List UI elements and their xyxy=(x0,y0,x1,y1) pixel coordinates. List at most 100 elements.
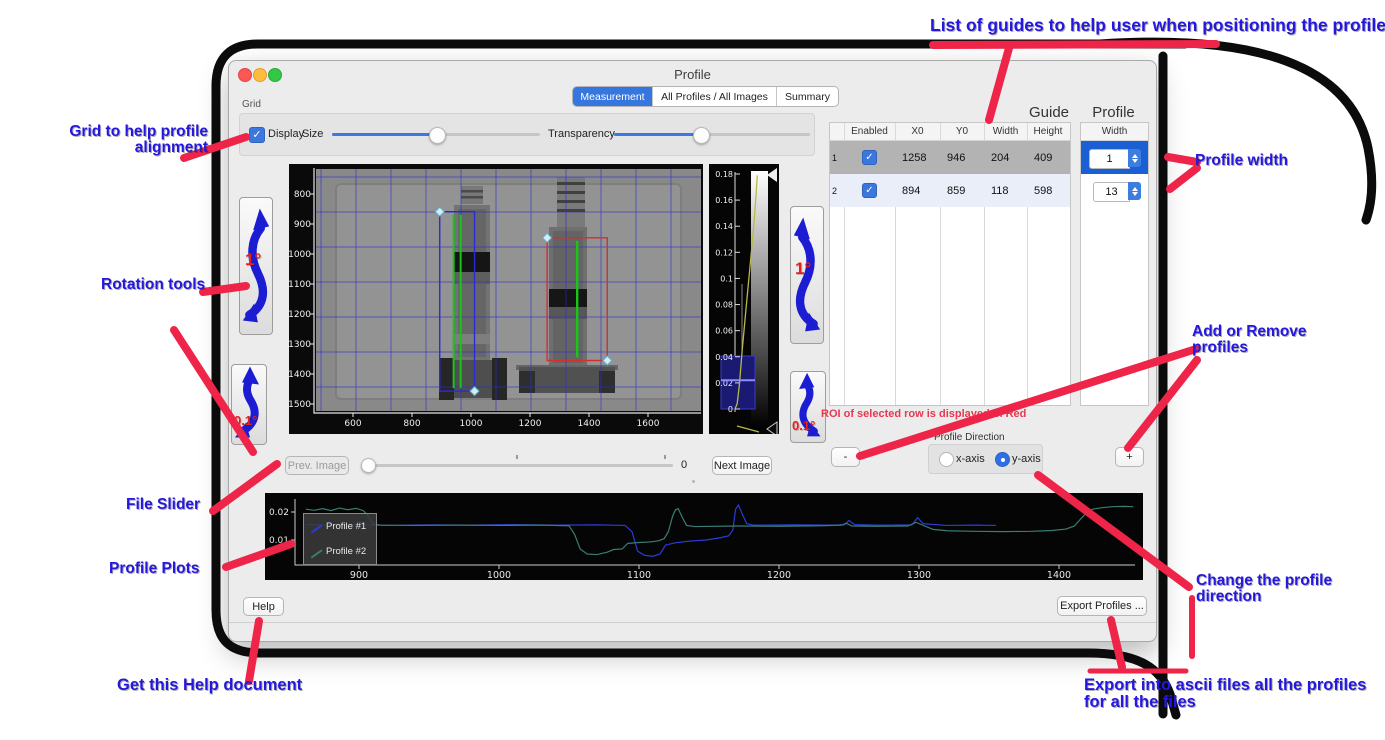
annotation-grid-line1: Grid to help profile xyxy=(68,124,208,140)
guide-width: 204 xyxy=(991,141,1009,174)
level-histogram-panel[interactable]: 00.020.040.060.080.10.120.140.160.18 xyxy=(709,164,779,434)
guide-table-row[interactable]: 2 ✓ 894 859 118 598 xyxy=(830,174,1070,207)
help-button[interactable]: Help xyxy=(243,597,284,616)
roi-note: ROI of selected row is displayed in Red xyxy=(821,408,1026,420)
transparency-slider-thumb[interactable] xyxy=(693,127,710,144)
tab-summary[interactable]: Summary xyxy=(777,87,838,106)
svg-text:1400: 1400 xyxy=(578,419,601,429)
app-window: Profile Measurement All Profiles / All I… xyxy=(228,60,1157,642)
svg-text:1200: 1200 xyxy=(519,419,542,429)
annotation-add-remove-line2: profiles xyxy=(1192,340,1307,356)
guide-col-x0: X0 xyxy=(895,123,940,140)
guide-x0: 894 xyxy=(902,174,920,207)
annotation-export: Export into ascii files all the profiles… xyxy=(1084,677,1366,712)
svg-text:800: 800 xyxy=(294,190,311,200)
next-image-button[interactable]: Next Image xyxy=(712,456,772,475)
annotation-file-slider: File Slider xyxy=(126,497,200,513)
grid-groupbox: ✓ Display Size Transparency xyxy=(239,113,815,156)
x-axis-radio[interactable] xyxy=(939,452,954,467)
rotate-cw-1deg-button[interactable]: 1° xyxy=(239,197,273,335)
profile-direction-label: Profile Direction xyxy=(934,432,1005,443)
svg-text:1200: 1200 xyxy=(767,570,791,580)
svg-text:900: 900 xyxy=(350,570,368,580)
guide-table: Enabled X0 Y0 Width Height 1 ✓ 1258 946 … xyxy=(829,122,1071,406)
guide-col-y0: Y0 xyxy=(940,123,984,140)
profile-title: Profile xyxy=(1080,104,1147,121)
plot-legend: Profile #1 Profile #2 xyxy=(303,513,377,565)
svg-text:0.04: 0.04 xyxy=(715,353,733,362)
rotate-ccw-01deg-button[interactable]: 0.1° xyxy=(790,371,826,443)
add-profile-button[interactable]: + xyxy=(1115,447,1144,467)
svg-text:0.1: 0.1 xyxy=(720,274,733,283)
window-title: Profile xyxy=(229,67,1156,82)
svg-text:1400: 1400 xyxy=(1047,570,1071,580)
rotate-cw-icon xyxy=(232,365,266,442)
y-axis-radio[interactable] xyxy=(995,452,1010,467)
legend-line-blue-icon xyxy=(311,524,323,533)
profile-row-selected[interactable]: 1 xyxy=(1081,141,1148,174)
svg-text:1000: 1000 xyxy=(460,419,483,429)
svg-text:1100: 1100 xyxy=(289,280,311,290)
annotation-grid-line2: alignment xyxy=(68,140,208,156)
guide-y0: 859 xyxy=(947,174,965,207)
svg-text:1000: 1000 xyxy=(487,570,511,580)
x-axis-label: x-axis xyxy=(956,453,985,465)
annotation-guides: List of guides to help user when positio… xyxy=(930,16,1335,34)
profile-width-stepper[interactable] xyxy=(1128,182,1141,200)
svg-text:0.12: 0.12 xyxy=(715,248,733,257)
svg-text:0.16: 0.16 xyxy=(715,196,733,205)
guide-col-enabled: Enabled xyxy=(844,123,895,140)
annotation-add-remove-line1: Add or Remove xyxy=(1192,324,1307,340)
rotate-cw-01deg-button[interactable]: 0.1° xyxy=(231,364,267,445)
annotation-add-remove: Add or Remove profiles xyxy=(1192,324,1307,357)
svg-text:0.18: 0.18 xyxy=(715,170,733,179)
guide-y0: 946 xyxy=(947,141,965,174)
grid-group-label: Grid xyxy=(242,99,261,110)
prev-image-button[interactable]: Prev. Image xyxy=(285,456,349,475)
annotation-export-line2: for all the files xyxy=(1084,694,1366,711)
profile-width-value[interactable]: 13 xyxy=(1093,182,1130,202)
annotation-direction-line1: Change the profile xyxy=(1196,573,1332,589)
level-histogram: 00.020.040.060.080.10.120.140.160.18 xyxy=(709,164,779,434)
annotation-rotation: Rotation tools xyxy=(101,277,205,293)
size-slider-thumb[interactable] xyxy=(429,127,446,144)
tab-bar: Measurement All Profiles / All Images Su… xyxy=(572,86,839,107)
display-checkbox[interactable]: ✓ xyxy=(249,127,265,143)
guide-enabled-checkbox[interactable]: ✓ xyxy=(862,141,877,174)
profile-width-stepper[interactable] xyxy=(1128,149,1141,167)
annotation-profile-plots: Profile Plots xyxy=(109,561,199,577)
profile-direction-group: x-axis y-axis xyxy=(928,444,1043,474)
legend-profile2: Profile #2 xyxy=(326,546,366,557)
size-label: Size xyxy=(302,128,323,140)
tab-all-profiles[interactable]: All Profiles / All Images xyxy=(653,87,777,106)
annotation-direction-line2: direction xyxy=(1196,589,1332,605)
rotate-cw-01deg-label: 0.1° xyxy=(234,413,257,428)
profile-width-value[interactable]: 1 xyxy=(1089,149,1130,169)
svg-text:1100: 1100 xyxy=(627,570,651,580)
rotate-ccw-01deg-label: 0.1° xyxy=(792,418,815,433)
export-profiles-button[interactable]: Export Profiles ... xyxy=(1057,596,1147,616)
remove-profile-button[interactable]: - xyxy=(831,447,860,467)
guide-table-header: Enabled X0 Y0 Width Height xyxy=(830,123,1070,141)
svg-text:900: 900 xyxy=(294,220,311,230)
svg-text:0.06: 0.06 xyxy=(715,327,733,336)
profile-row[interactable]: 13 xyxy=(1081,174,1148,207)
svg-text:1500: 1500 xyxy=(289,400,311,410)
svg-text:1300: 1300 xyxy=(289,340,311,350)
rotate-cw-1deg-label: 1° xyxy=(245,250,261,270)
guide-height: 598 xyxy=(1034,174,1052,207)
guide-table-row[interactable]: 1 ✓ 1258 946 204 409 xyxy=(830,141,1070,174)
annotation-direction: Change the profile direction xyxy=(1196,573,1332,606)
annotation-profile-width: Profile width xyxy=(1195,153,1288,169)
guide-enabled-checkbox[interactable]: ✓ xyxy=(862,174,877,207)
svg-text:1000: 1000 xyxy=(289,250,311,260)
svg-text:0.08: 0.08 xyxy=(715,301,733,310)
rotate-ccw-1deg-button[interactable]: 1° xyxy=(790,206,824,344)
file-slider-track[interactable] xyxy=(363,464,673,467)
row-number: 2 xyxy=(832,174,844,207)
tab-measurement[interactable]: Measurement xyxy=(573,87,653,106)
file-slider-thumb[interactable] xyxy=(361,458,376,473)
svg-text:1200: 1200 xyxy=(289,310,311,320)
image-view-panel[interactable]: 8009001000110012001300140015006008001000… xyxy=(289,164,703,434)
guide-width: 118 xyxy=(991,174,1009,207)
